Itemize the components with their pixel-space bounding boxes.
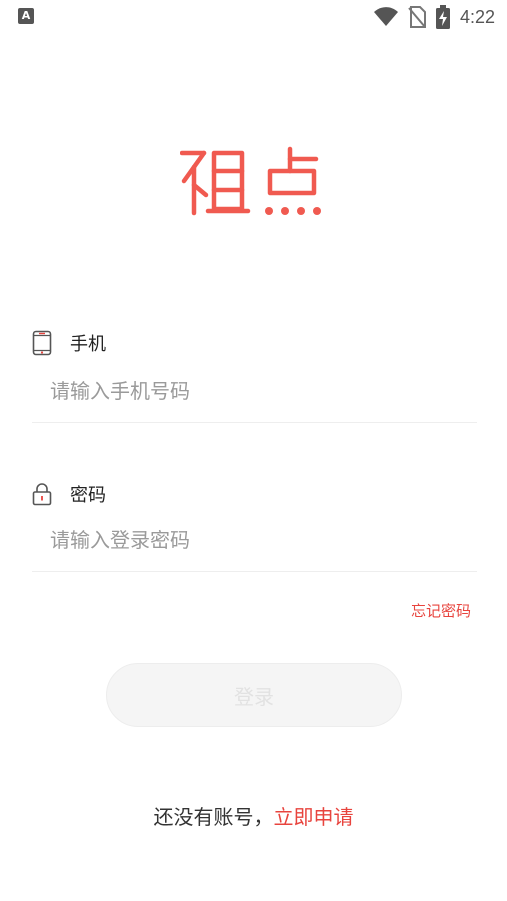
no-sim-icon bbox=[408, 6, 426, 28]
phone-label: 手机 bbox=[70, 334, 106, 355]
phone-label-row: 手机 bbox=[32, 330, 106, 356]
status-icons: 4:22 bbox=[373, 4, 495, 30]
phone-icon bbox=[32, 330, 52, 356]
register-link[interactable]: 立即申请 bbox=[274, 805, 354, 829]
status-bar: A 4:22 bbox=[0, 0, 507, 34]
phone-input[interactable] bbox=[50, 371, 470, 411]
register-prompt: 还没有账号， bbox=[153, 805, 274, 829]
wifi-icon bbox=[373, 7, 398, 26]
password-label: 密码 bbox=[70, 485, 106, 506]
lock-icon bbox=[32, 483, 52, 506]
password-input[interactable] bbox=[50, 520, 470, 560]
notification-app-icon: A bbox=[18, 8, 34, 24]
login-button[interactable]: 登录 bbox=[106, 663, 402, 727]
password-label-row: 密码 bbox=[32, 481, 106, 507]
phone-divider bbox=[32, 422, 477, 423]
password-divider bbox=[32, 571, 477, 572]
status-time: 4:22 bbox=[459, 6, 495, 27]
brand-logo: 租点 bbox=[180, 146, 321, 216]
forgot-password-link[interactable]: 忘记密码 bbox=[411, 600, 471, 621]
battery-charging-icon bbox=[435, 5, 450, 29]
register-row: 还没有账号，立即申请 bbox=[0, 801, 507, 830]
